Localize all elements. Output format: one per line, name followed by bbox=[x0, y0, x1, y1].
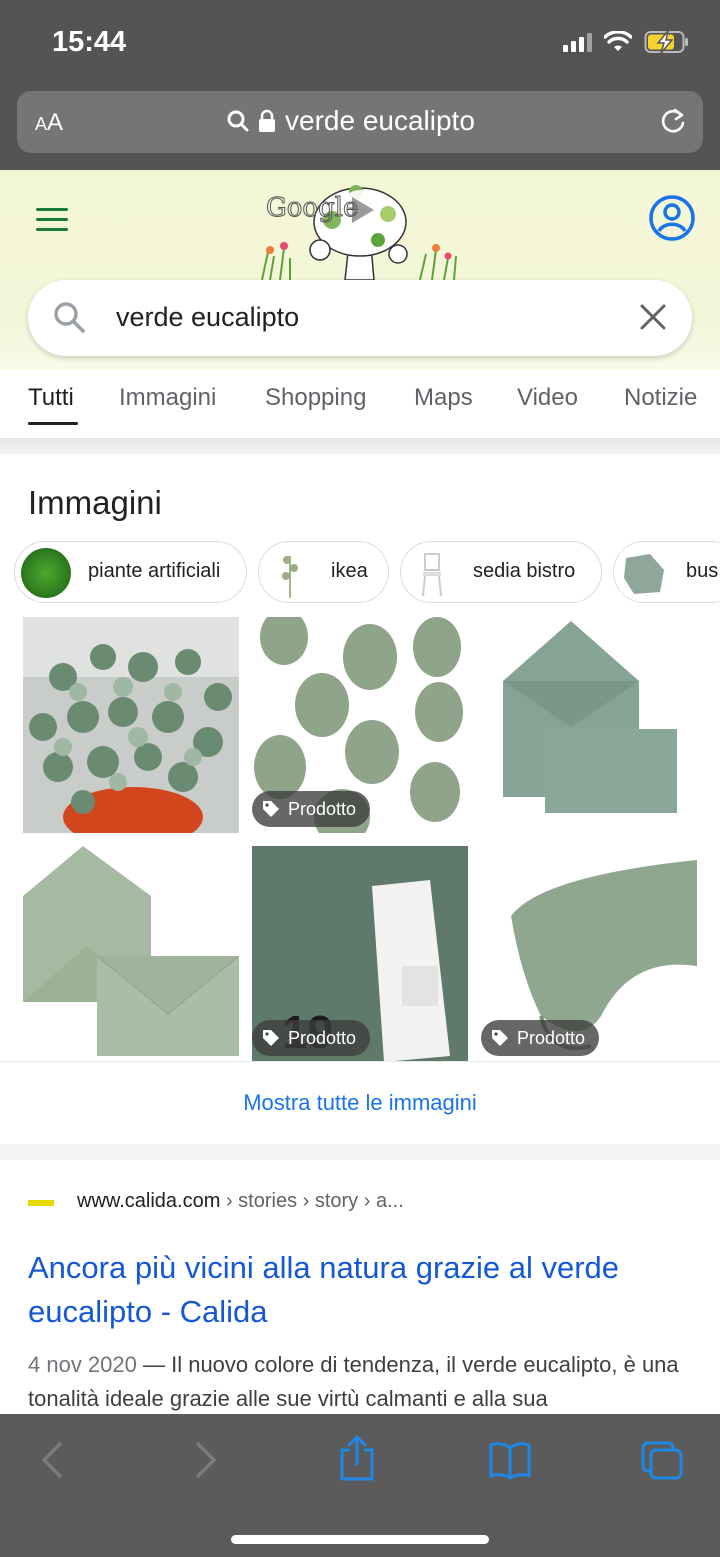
chip-label: piante artificiali bbox=[88, 560, 221, 582]
images-heading: Immagini bbox=[28, 484, 162, 521]
section-divider bbox=[0, 1144, 720, 1160]
result-date: 4 nov 2020 bbox=[28, 1352, 137, 1377]
bookmarks-icon[interactable] bbox=[488, 1440, 532, 1480]
site-favicon bbox=[28, 1200, 54, 1206]
tab-video[interactable]: Video bbox=[517, 384, 578, 412]
image-envelopes[interactable] bbox=[23, 846, 239, 1062]
chip-piante-artificiali[interactable]: piante artificiali bbox=[14, 541, 247, 603]
image-grout-bag[interactable]: 19 Prodotto bbox=[252, 846, 468, 1062]
image-envelope[interactable] bbox=[481, 617, 697, 833]
product-badge-label: Prodotto bbox=[517, 1027, 586, 1048]
image-balloons[interactable]: Prodotto bbox=[252, 617, 468, 833]
chip-sedia-bistro[interactable]: sedia bistro bbox=[400, 541, 602, 603]
safari-toolbar bbox=[0, 1414, 720, 1557]
product-badge: Prodotto bbox=[252, 1020, 371, 1056]
address-bar[interactable]: AA verde eucalipto bbox=[17, 91, 703, 153]
home-indicator[interactable] bbox=[231, 1535, 489, 1544]
divider bbox=[0, 1061, 720, 1062]
search-box[interactable]: verde eucalipto bbox=[28, 280, 692, 356]
product-badge: Prodotto bbox=[481, 1020, 600, 1056]
cellular-signal-icon bbox=[563, 32, 592, 52]
tabs-icon[interactable] bbox=[640, 1440, 684, 1480]
image-bedsheet[interactable]: Prodotto bbox=[481, 846, 697, 1062]
tab-tutti[interactable]: Tutti bbox=[28, 384, 74, 412]
chip-thumbnail bbox=[620, 548, 670, 598]
product-badge-label: Prodotto bbox=[288, 798, 357, 819]
tag-icon bbox=[263, 801, 279, 817]
chip-thumbnail bbox=[265, 548, 315, 598]
result-path: › stories › story › a... bbox=[220, 1190, 404, 1212]
forward-icon[interactable] bbox=[192, 1440, 220, 1480]
active-tab-indicator bbox=[28, 422, 78, 425]
safari-address-area: AA verde eucalipto bbox=[0, 88, 720, 170]
search-tabs: Tutti Immagini Shopping Maps Video Notiz… bbox=[0, 370, 720, 438]
share-icon[interactable] bbox=[337, 1434, 377, 1482]
clear-search-icon[interactable] bbox=[638, 302, 668, 332]
tag-icon bbox=[263, 1030, 279, 1046]
tab-notizie[interactable]: Notizie bbox=[624, 384, 697, 412]
result-url[interactable]: www.calida.com › stories › story › a... bbox=[77, 1190, 404, 1213]
wifi-icon bbox=[604, 31, 632, 51]
chip-label: bus bbox=[686, 560, 719, 582]
status-bar: 15:44 bbox=[0, 0, 720, 88]
product-badge: Prodotto bbox=[252, 791, 371, 827]
doodle-logo-text: Google bbox=[266, 193, 358, 223]
result-snippet: 4 nov 2020 — Il nuovo colore di tendenza… bbox=[28, 1348, 698, 1414]
lock-icon bbox=[259, 109, 275, 132]
chip-ikea[interactable]: ikea bbox=[258, 541, 389, 603]
status-time: 15:44 bbox=[52, 26, 127, 58]
status-icons bbox=[563, 30, 690, 54]
battery-charging-icon bbox=[644, 30, 688, 54]
tab-shopping[interactable]: Shopping bbox=[265, 384, 366, 412]
chip-bus[interactable]: bus bbox=[613, 541, 720, 603]
url-text: verde eucalipto bbox=[285, 105, 475, 136]
back-icon[interactable] bbox=[38, 1440, 66, 1480]
divider bbox=[0, 438, 720, 454]
result-title-link[interactable]: Ancora più vicini alla natura grazie al … bbox=[28, 1246, 698, 1334]
chip-label: ikea bbox=[331, 560, 368, 582]
chip-label: sedia bistro bbox=[473, 560, 576, 582]
reload-icon[interactable] bbox=[659, 107, 687, 137]
google-doodle[interactable]: Google bbox=[260, 174, 460, 280]
url-display[interactable]: verde eucalipto bbox=[227, 105, 475, 137]
search-input[interactable]: verde eucalipto bbox=[116, 302, 299, 333]
search-icon bbox=[227, 110, 249, 132]
tab-maps[interactable]: Maps bbox=[414, 384, 473, 412]
images-section: Immagini piante artificiali ikea sedia b… bbox=[0, 454, 720, 1144]
chip-thumbnail bbox=[407, 548, 457, 598]
result-domain: www.calida.com bbox=[77, 1190, 221, 1212]
product-badge-label: Prodotto bbox=[288, 1027, 357, 1048]
tab-immagini[interactable]: Immagini bbox=[119, 384, 216, 412]
search-result: www.calida.com › stories › story › a... … bbox=[0, 1160, 720, 1414]
chip-thumbnail bbox=[21, 548, 71, 598]
show-all-images-link[interactable]: Mostra tutte le immagini bbox=[0, 1090, 720, 1116]
tag-icon bbox=[492, 1030, 508, 1046]
account-icon[interactable] bbox=[648, 194, 696, 242]
reader-options-button[interactable]: AA bbox=[35, 109, 63, 137]
menu-icon[interactable] bbox=[36, 208, 68, 238]
search-icon bbox=[54, 302, 85, 333]
image-eucalyptus-plant[interactable] bbox=[23, 617, 239, 833]
